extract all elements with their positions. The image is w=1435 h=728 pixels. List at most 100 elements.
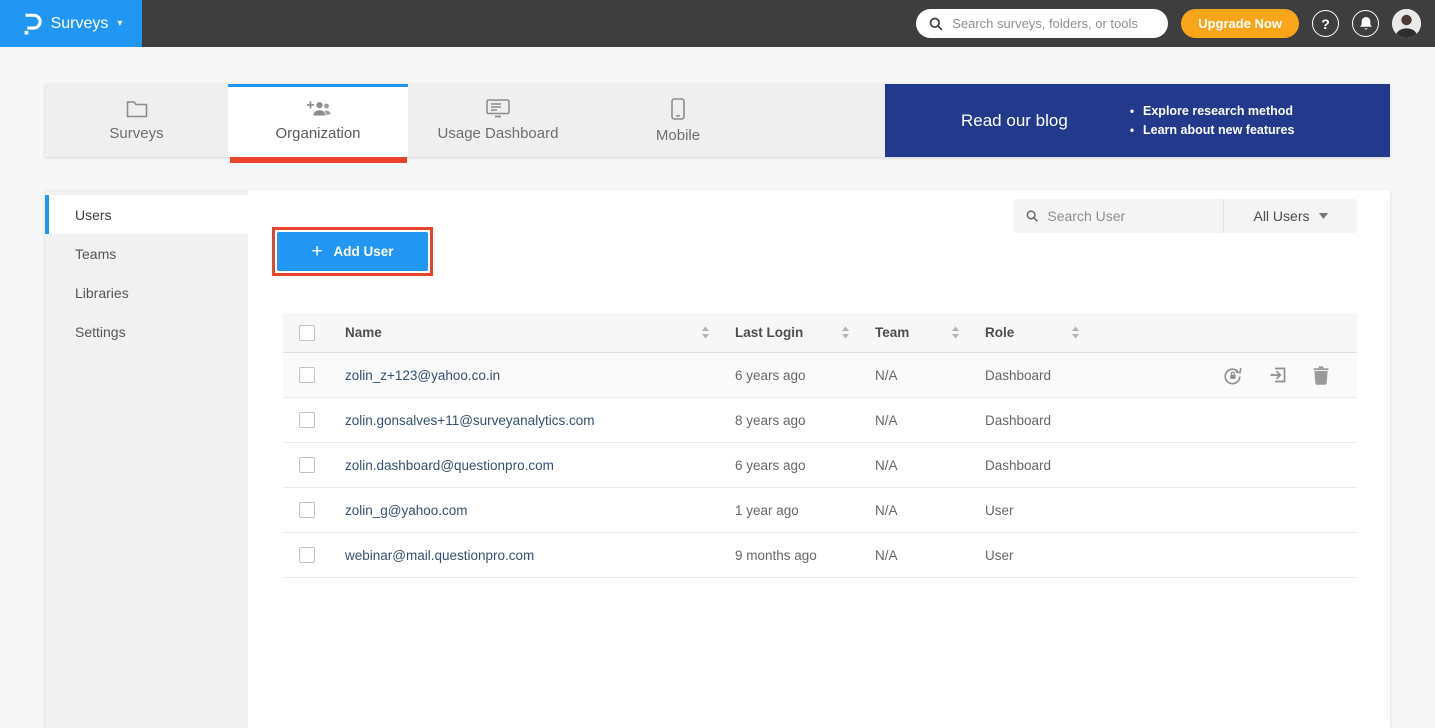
column-header-last-login[interactable]: Last Login — [720, 325, 860, 340]
tab-label: Mobile — [656, 127, 700, 144]
chevron-down-icon: ▾ — [117, 19, 122, 29]
search-icon — [1026, 209, 1038, 223]
role-value: User — [970, 503, 1090, 518]
table-row: zolin.dashboard@questionpro.com 6 years … — [283, 443, 1357, 488]
team-value: N/A — [860, 503, 970, 518]
last-login-value: 1 year ago — [720, 503, 860, 518]
user-email-link[interactable]: zolin_g@yahoo.com — [330, 503, 720, 518]
column-header-name[interactable]: Name — [330, 325, 720, 340]
column-label: Role — [985, 325, 1014, 340]
annotation-highlight-add-user: + Add User — [272, 227, 433, 276]
mobile-phone-icon — [671, 98, 685, 120]
user-filter-label: All Users — [1253, 208, 1309, 224]
page: Surveys ▾ Upgrade Now ? — [0, 0, 1435, 728]
plus-icon: + — [311, 242, 322, 261]
dashboard-screen-icon — [486, 99, 510, 118]
role-value: User — [970, 548, 1090, 563]
sidebar-item-label: Teams — [75, 246, 116, 262]
users-toolbar: All Users — [1013, 199, 1357, 233]
users-content: All Users + Add User — [248, 190, 1390, 728]
table-row: webinar@mail.questionpro.com 9 months ag… — [283, 533, 1357, 578]
table-row: zolin_g@yahoo.com 1 year ago N/A User — [283, 488, 1357, 533]
sidebar-item-label: Libraries — [75, 285, 129, 301]
search-icon — [929, 17, 943, 31]
column-header-team[interactable]: Team — [860, 325, 970, 340]
section-tabs: Surveys Organization Usage Dashboard — [45, 84, 1390, 157]
top-header: Surveys ▾ Upgrade Now ? — [0, 0, 1435, 47]
row-checkbox[interactable] — [299, 547, 315, 563]
chevron-down-icon — [1319, 213, 1328, 219]
product-switcher-label: Surveys — [51, 15, 109, 33]
user-email-link[interactable]: zolin.dashboard@questionpro.com — [330, 458, 720, 473]
row-checkbox[interactable] — [299, 457, 315, 473]
global-search-input[interactable] — [952, 16, 1155, 31]
bullet-icon: • — [1130, 104, 1134, 118]
banner-bullets: • Explore research method • Learn about … — [1130, 99, 1295, 142]
column-header-role[interactable]: Role — [970, 325, 1090, 340]
user-email-link[interactable]: zolin.gonsalves+11@surveyanalytics.com — [330, 413, 720, 428]
row-checkbox[interactable] — [299, 367, 315, 383]
table-row: zolin.gonsalves+11@surveyanalytics.com 8… — [283, 398, 1357, 443]
notifications-button[interactable] — [1352, 10, 1379, 37]
last-login-value: 8 years ago — [720, 413, 860, 428]
row-checkbox[interactable] — [299, 502, 315, 518]
delete-user-button[interactable] — [1313, 366, 1329, 385]
reset-password-button[interactable] — [1222, 365, 1243, 386]
tab-label: Usage Dashboard — [438, 125, 559, 142]
sidebar-item-label: Users — [75, 207, 112, 223]
question-mark-icon: ? — [1321, 16, 1330, 32]
upgrade-now-button[interactable]: Upgrade Now — [1181, 9, 1299, 38]
avatar[interactable] — [1392, 9, 1421, 38]
user-email-link[interactable]: zolin_z+123@yahoo.co.in — [330, 368, 720, 383]
sidebar-item-users[interactable]: Users — [45, 195, 248, 234]
banner-bullet-text: Explore research method — [1143, 104, 1293, 118]
role-value: Dashboard — [970, 413, 1090, 428]
last-login-value: 6 years ago — [720, 368, 860, 383]
reset-password-icon — [1222, 365, 1243, 386]
last-login-value: 6 years ago — [720, 458, 860, 473]
global-search[interactable] — [916, 9, 1168, 38]
column-label: Team — [875, 325, 909, 340]
users-table: Name Last Login Team Role — [283, 313, 1357, 578]
row-actions — [1090, 365, 1357, 386]
blog-banner[interactable]: Read our blog • Explore research method … — [885, 84, 1390, 157]
user-search[interactable] — [1013, 199, 1223, 233]
login-as-user-button[interactable] — [1268, 365, 1288, 385]
user-search-input[interactable] — [1047, 208, 1210, 224]
trash-icon — [1313, 366, 1329, 385]
sort-icon[interactable] — [951, 326, 960, 339]
organization-panel: Users Teams Libraries Settings — [45, 190, 1390, 728]
sort-icon[interactable] — [1071, 326, 1080, 339]
sidebar-item-teams[interactable]: Teams — [45, 234, 248, 273]
team-value: N/A — [860, 548, 970, 563]
bell-icon — [1359, 16, 1373, 31]
select-all-checkbox[interactable] — [299, 325, 315, 341]
sort-icon[interactable] — [841, 326, 850, 339]
team-value: N/A — [860, 458, 970, 473]
sort-icon[interactable] — [701, 326, 710, 339]
topbar-actions: Upgrade Now ? — [916, 9, 1435, 38]
tab-organization[interactable]: Organization — [228, 84, 408, 157]
bullet-icon: • — [1130, 123, 1134, 137]
tab-usage-dashboard[interactable]: Usage Dashboard — [408, 84, 588, 157]
role-value: Dashboard — [970, 458, 1090, 473]
sidebar-item-libraries[interactable]: Libraries — [45, 273, 248, 312]
user-photo-icon — [1392, 9, 1421, 38]
tab-surveys[interactable]: Surveys — [45, 84, 228, 157]
annotation-highlight-tab-underline — [230, 157, 407, 163]
team-value: N/A — [860, 368, 970, 383]
add-user-button[interactable]: + Add User — [277, 232, 428, 271]
user-email-link[interactable]: webinar@mail.questionpro.com — [330, 548, 720, 563]
tab-mobile[interactable]: Mobile — [588, 84, 768, 157]
help-button[interactable]: ? — [1312, 10, 1339, 37]
product-switcher[interactable]: Surveys ▾ — [0, 0, 142, 47]
last-login-value: 9 months ago — [720, 548, 860, 563]
user-filter-dropdown[interactable]: All Users — [1223, 199, 1357, 233]
row-checkbox[interactable] — [299, 412, 315, 428]
org-sidebar: Users Teams Libraries Settings — [45, 190, 248, 728]
team-value: N/A — [860, 413, 970, 428]
banner-title: Read our blog — [961, 111, 1068, 131]
sidebar-item-settings[interactable]: Settings — [45, 312, 248, 351]
column-label: Last Login — [735, 325, 803, 340]
questionpro-logo-icon — [20, 11, 42, 36]
